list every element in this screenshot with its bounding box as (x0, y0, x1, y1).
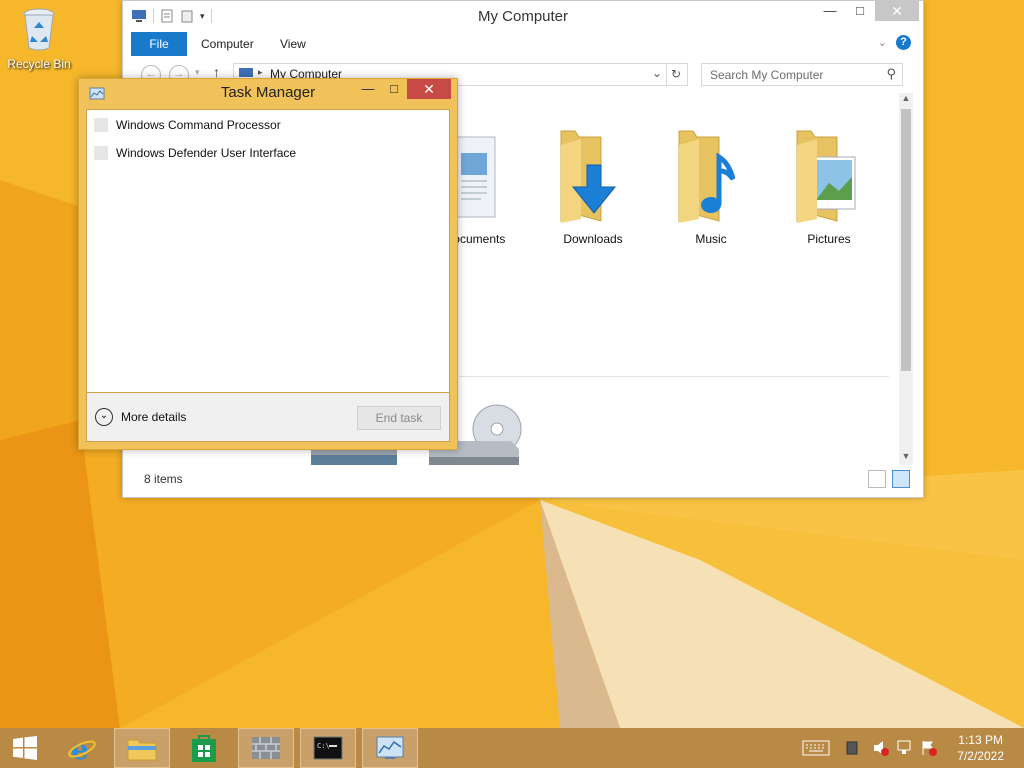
taskbar-firewall[interactable] (238, 728, 294, 768)
close-button[interactable]: ✕ (407, 79, 451, 99)
windows-logo-icon (13, 736, 37, 760)
folder-label: Downloads (563, 232, 623, 246)
music-folder-icon (678, 130, 736, 223)
large-icons-view-icon[interactable] (892, 470, 910, 488)
breadcrumb-chevron-icon[interactable]: ▸ (258, 67, 263, 78)
explorer-titlebar[interactable]: ▾ My Computer — □ ✕ (123, 1, 923, 31)
explorer-window-controls: — □ ✕ (815, 1, 919, 23)
process-name: Windows Command Processor (116, 118, 281, 132)
internet-explorer-icon: e (68, 733, 96, 763)
chevron-down-icon: ⌄ (95, 408, 113, 426)
taskbar-internet-explorer[interactable]: e (54, 728, 110, 768)
more-details-toggle[interactable]: ⌄ More details (95, 408, 186, 426)
clock-time: 1:13 PM (958, 733, 1003, 747)
scroll-thumb[interactable] (901, 109, 911, 371)
task-manager-icon (376, 736, 404, 759)
explorer-title: My Computer (477, 8, 569, 25)
minimize-button[interactable]: — (815, 1, 845, 21)
maximize-button[interactable]: □ (381, 79, 407, 99)
folder-music[interactable]: Music (661, 127, 761, 246)
item-count: 8 items (144, 472, 183, 486)
folder-pictures[interactable]: Pictures (779, 127, 879, 246)
scroll-down-icon[interactable]: ▼ (899, 451, 913, 465)
taskbar-store[interactable] (176, 728, 232, 768)
defender-app-icon (94, 146, 108, 160)
action-flag-icon[interactable] (920, 738, 938, 758)
status-bar: 8 items (123, 467, 923, 491)
close-button[interactable]: ✕ (875, 1, 919, 21)
pictures-folder-icon (796, 130, 856, 223)
network-icon[interactable] (896, 738, 914, 758)
taskbar-command-prompt[interactable]: C:\ (300, 728, 356, 768)
refresh-button[interactable]: ↻ (665, 63, 688, 86)
action-center-icon[interactable] (846, 738, 858, 758)
touch-keyboard-icon[interactable] (802, 738, 830, 758)
recycle-bin-shortcut[interactable]: Recycle Bin (4, 6, 74, 71)
taskbar-task-manager[interactable] (362, 728, 418, 768)
vertical-scrollbar[interactable]: ▲ ▼ (899, 93, 913, 465)
clock-date: 7/2/2022 (957, 749, 1004, 763)
task-manager-footer: ⌄ More details End task (86, 393, 450, 442)
list-item[interactable]: Windows Defender User Interface (87, 142, 449, 164)
details-view-icon[interactable] (868, 470, 886, 488)
help-icon[interactable]: ? (896, 35, 911, 50)
address-dropdown-icon[interactable]: ⌄ (652, 66, 662, 80)
process-name: Windows Defender User Interface (116, 146, 297, 160)
store-icon (192, 735, 216, 762)
search-input[interactable]: Search My Computer ⚲ (701, 63, 903, 86)
search-icon[interactable]: ⚲ (886, 66, 896, 82)
process-list: Windows Command Processor Windows Defend… (86, 109, 450, 393)
volume-muted-icon[interactable] (872, 738, 890, 758)
downloads-folder-icon (560, 130, 617, 223)
tab-file[interactable]: File (131, 32, 187, 56)
minimize-button[interactable]: — (355, 79, 381, 99)
taskbar-file-explorer[interactable] (114, 728, 170, 768)
folder-label: Music (695, 232, 727, 246)
ribbon-tabs: File Computer View ⌄ ? (131, 32, 915, 56)
svg-text:C:\: C:\ (317, 742, 330, 750)
cmd-app-icon (94, 118, 108, 132)
scroll-up-icon[interactable]: ▲ (899, 93, 913, 107)
ribbon-expand-icon[interactable]: ⌄ (878, 36, 887, 49)
more-details-label: More details (121, 410, 187, 424)
list-item[interactable]: Windows Command Processor (87, 114, 449, 136)
maximize-button[interactable]: □ (845, 1, 875, 21)
end-task-button[interactable]: End task (357, 406, 441, 430)
tab-computer[interactable]: Computer (189, 32, 266, 56)
task-manager-window: Task Manager — □ ✕ Windows Command Proce… (78, 78, 458, 450)
tab-view[interactable]: View (268, 32, 318, 56)
recycle-bin-icon (23, 8, 55, 51)
folder-downloads[interactable]: Downloads (543, 127, 643, 246)
folder-label: Pictures (807, 232, 851, 246)
firewall-icon (252, 737, 280, 759)
recent-locations-icon[interactable]: ▾ (195, 67, 200, 78)
recycle-bin-label: Recycle Bin (7, 57, 71, 71)
search-placeholder: Search My Computer (710, 68, 824, 82)
section-divider (459, 376, 889, 377)
taskbar: e C:\ 1:13 PM 7/2/2022 (0, 728, 1024, 768)
file-explorer-icon (127, 739, 157, 761)
start-button[interactable] (0, 728, 50, 768)
system-clock[interactable]: 1:13 PM 7/2/2022 (957, 732, 1004, 764)
task-manager-window-controls: — □ ✕ (355, 79, 451, 99)
command-prompt-icon: C:\ (313, 736, 343, 760)
